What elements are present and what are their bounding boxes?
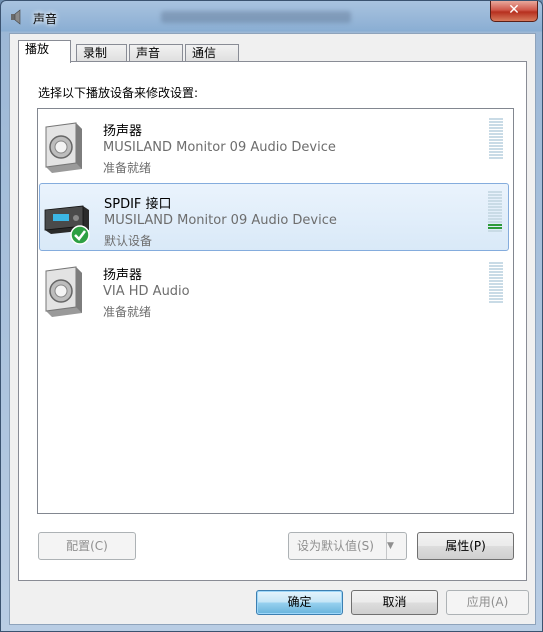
device-item[interactable]: 扬声器 VIA HD Audio 准备就绪	[39, 255, 509, 323]
apply-button[interactable]: 应用(A)	[446, 590, 529, 615]
close-button[interactable]: ✕	[490, 1, 538, 22]
properties-button[interactable]: 属性(P)	[417, 532, 514, 560]
playback-device-list[interactable]: 扬声器 MUSILAND Monitor 09 Audio Device 准备就…	[37, 108, 514, 514]
tab-communications[interactable]: 通信	[185, 44, 239, 62]
device-name: SPDIF 接口	[104, 197, 172, 212]
tab-sounds[interactable]: 声音	[129, 44, 183, 62]
device-status: 准备就绪	[103, 161, 152, 175]
device-item-selected[interactable]: SPDIF 接口 MUSILAND Monitor 09 Audio Devic…	[39, 183, 509, 251]
device-description: MUSILAND Monitor 09 Audio Device	[103, 140, 336, 155]
configure-button[interactable]: 配置(C)	[38, 532, 136, 560]
chevron-down-icon[interactable]: ▼	[386, 533, 409, 559]
background-window-title	[161, 11, 351, 23]
tab-recording[interactable]: 录制	[76, 44, 127, 62]
ok-button[interactable]: 确定	[256, 590, 343, 615]
sound-app-icon	[11, 9, 21, 25]
device-description: VIA HD Audio	[103, 284, 190, 299]
speaker-icon	[45, 266, 82, 317]
set-default-label: 设为默认值(S)	[297, 539, 374, 553]
volume-meter	[488, 191, 502, 235]
instruction-text: 选择以下播放设备来修改设置:	[38, 86, 199, 100]
cancel-button[interactable]: 取消	[351, 590, 438, 615]
sound-dialog: 声音 ✕ 播放 录制 声音 通信 选择以下播放设备来修改设置: 扬声器 MUSI…	[0, 0, 543, 632]
device-status: 准备就绪	[103, 305, 152, 319]
title-bar[interactable]: 声音 ✕	[1, 1, 542, 33]
device-description: MUSILAND Monitor 09 Audio Device	[104, 213, 337, 228]
speaker-icon	[45, 122, 82, 173]
device-status: 默认设备	[104, 234, 153, 248]
set-default-button[interactable]: 设为默认值(S) ▼	[288, 532, 407, 560]
device-item[interactable]: 扬声器 MUSILAND Monitor 09 Audio Device 准备就…	[39, 111, 509, 179]
device-name: 扬声器	[103, 268, 143, 283]
window-title: 声音	[33, 12, 58, 26]
spdif-device-icon	[44, 205, 90, 245]
playback-tab-page: 选择以下播放设备来修改设置: 扬声器 MUSILAND Monitor 09 A…	[18, 61, 527, 581]
volume-meter	[489, 262, 503, 306]
volume-meter	[489, 118, 503, 162]
dialog-body: 播放 录制 声音 通信 选择以下播放设备来修改设置: 扬声器 MUSILAND	[9, 33, 536, 625]
device-name: 扬声器	[103, 124, 143, 139]
tab-playback[interactable]: 播放	[18, 40, 71, 63]
